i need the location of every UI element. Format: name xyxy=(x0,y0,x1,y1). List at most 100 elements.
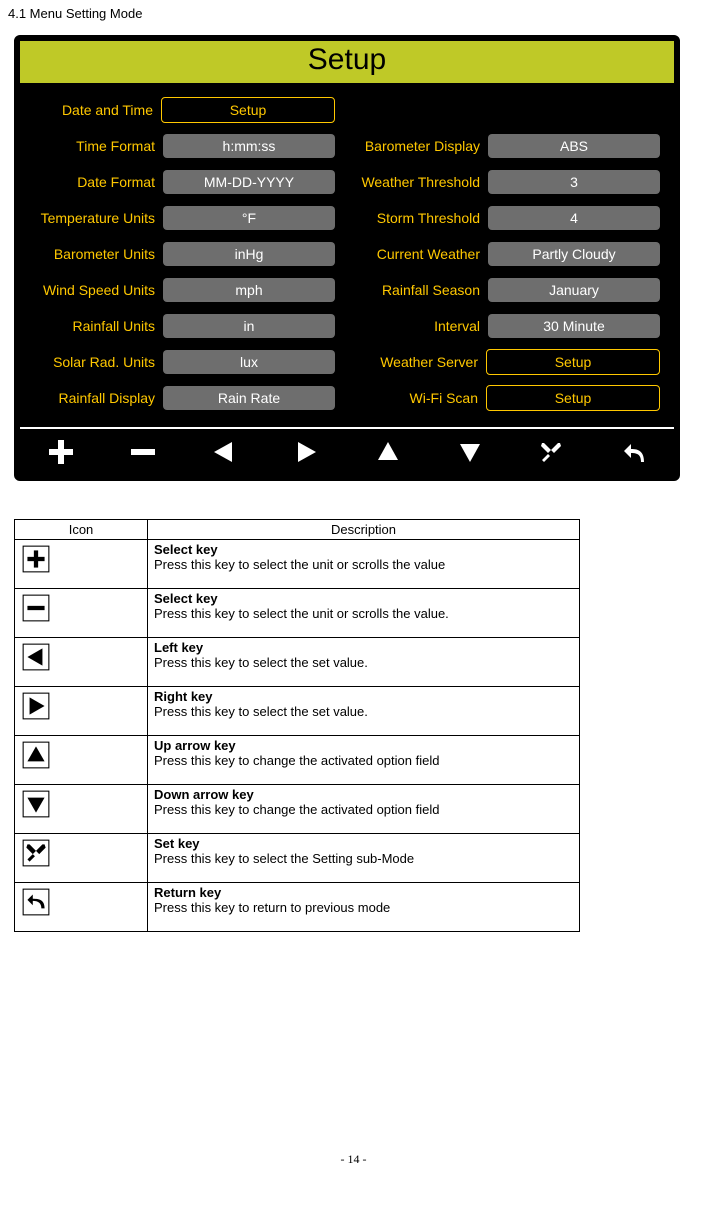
minus-icon xyxy=(15,589,148,638)
setting-row: Wind Speed Units mph xyxy=(28,277,335,303)
setting-value[interactable]: in xyxy=(163,314,335,338)
setting-value[interactable]: MM-DD-YYYY xyxy=(163,170,335,194)
description-cell: Up arrow keyPress this key to change the… xyxy=(148,736,580,785)
table-row: Set keyPress this key to select the Sett… xyxy=(15,834,580,883)
key-description: Press this key to select the unit or scr… xyxy=(154,606,573,621)
description-cell: Select keyPress this key to select the u… xyxy=(148,589,580,638)
left-button[interactable] xyxy=(184,435,266,469)
setting-label: Rainfall Season xyxy=(382,282,480,298)
key-name: Select key xyxy=(154,591,218,606)
setting-row: Solar Rad. Units lux xyxy=(28,349,335,375)
key-name: Return key xyxy=(154,885,221,900)
setting-label: Weather Server xyxy=(380,354,478,370)
setting-row: Current WeatherPartly Cloudy xyxy=(353,241,660,267)
setting-label: Wind Speed Units xyxy=(43,282,155,298)
setting-value[interactable]: Rain Rate xyxy=(163,386,335,410)
setting-label: Weather Threshold xyxy=(361,174,480,190)
key-name: Down arrow key xyxy=(154,787,254,802)
setting-row xyxy=(353,97,660,123)
setting-row: Weather Threshold 3 xyxy=(353,169,660,195)
setting-row: Weather Server Setup xyxy=(353,349,660,375)
key-name: Left key xyxy=(154,640,203,655)
setting-row: Storm Threshold4 xyxy=(353,205,660,231)
key-name: Right key xyxy=(154,689,213,704)
previous-word: previous xyxy=(305,900,354,915)
setting-value[interactable]: mph xyxy=(163,278,335,302)
page-number: - 14 - xyxy=(8,1152,699,1167)
key-name: Select key xyxy=(154,542,218,557)
setting-value[interactable]: January xyxy=(488,278,660,302)
setting-row: Rainfall Season January xyxy=(353,277,660,303)
setting-label: Time Format xyxy=(76,138,155,154)
description-cell: Left keyPress this key to select the set… xyxy=(148,638,580,687)
up-icon xyxy=(15,736,148,785)
setting-value[interactable]: 30 Minute xyxy=(488,314,660,338)
setting-label: Solar Rad. Units xyxy=(53,354,155,370)
setting-row: Interval 30 Minute xyxy=(353,313,660,339)
setting-label: Rainfall Units xyxy=(73,318,155,334)
setting-value[interactable]: Partly Cloudy xyxy=(488,242,660,266)
key-description: Press this key to select the Setting sub… xyxy=(154,851,573,866)
setup-title-bar: Setup xyxy=(20,41,674,83)
setting-value[interactable]: Setup xyxy=(161,97,335,123)
setting-value[interactable]: ABS xyxy=(488,134,660,158)
set-button[interactable] xyxy=(511,435,593,469)
table-header-icon: Icon xyxy=(15,520,148,540)
right-icon xyxy=(15,687,148,736)
setting-label: Interval xyxy=(434,318,480,334)
setting-label: Date and Time xyxy=(62,102,153,118)
icon-description-table: Icon Description Select keyPress this ke… xyxy=(14,519,580,932)
setting-value[interactable]: lux xyxy=(163,350,335,374)
setting-label: Barometer Units xyxy=(54,246,155,262)
setting-value[interactable]: h:mm:ss xyxy=(163,134,335,158)
device-screenshot: Setup Date and Time Setup Time Format h:mm:… xyxy=(14,35,680,481)
return-button[interactable] xyxy=(592,435,674,469)
plus-button[interactable] xyxy=(20,435,102,469)
setting-label: Date Format xyxy=(77,174,155,190)
key-description: Press this key to select the set value. xyxy=(154,704,573,719)
setting-value[interactable]: 3 xyxy=(488,170,660,194)
description-cell: Set keyPress this key to select the Sett… xyxy=(148,834,580,883)
setting-row: Date and Time Setup xyxy=(28,97,335,123)
wrench-icon xyxy=(15,834,148,883)
down-icon xyxy=(15,785,148,834)
down-button[interactable] xyxy=(429,435,511,469)
plus-icon xyxy=(15,540,148,589)
key-name: Up arrow key xyxy=(154,738,236,753)
setting-row: Date Format MM-DD-YYYY xyxy=(28,169,335,195)
key-description: Press this key to return to previous mod… xyxy=(154,900,573,915)
description-cell: Return keyPress this key to return to pr… xyxy=(148,883,580,932)
setting-row: Rainfall Display Rain Rate xyxy=(28,385,335,411)
key-description: Press this key to change the activated o… xyxy=(154,753,573,768)
setting-row: Barometer Units inHg xyxy=(28,241,335,267)
description-cell: Down arrow keyPress this key to change t… xyxy=(148,785,580,834)
right-button[interactable] xyxy=(265,435,347,469)
minus-button[interactable] xyxy=(102,435,184,469)
setting-row: Wi-Fi Scan Setup xyxy=(353,385,660,411)
table-row: Up arrow keyPress this key to change the… xyxy=(15,736,580,785)
device-toolbar xyxy=(20,427,674,475)
up-button[interactable] xyxy=(347,435,429,469)
setting-row: Barometer DisplayABS xyxy=(353,133,660,159)
table-row: Select keyPress this key to select the u… xyxy=(15,540,580,589)
setting-value[interactable]: °F xyxy=(163,206,335,230)
section-title: 4.1 Menu Setting Mode xyxy=(8,6,699,21)
setting-row: Time Format h:mm:ss xyxy=(28,133,335,159)
setting-row: Temperature Units °F xyxy=(28,205,335,231)
key-description: Press this key to select the set value. xyxy=(154,655,573,670)
setting-value[interactable]: 4 xyxy=(488,206,660,230)
setting-label: Wi-Fi Scan xyxy=(410,390,478,406)
setting-value[interactable]: inHg xyxy=(163,242,335,266)
setting-label: Rainfall Display xyxy=(59,390,155,406)
setting-value[interactable]: Setup xyxy=(486,385,660,411)
table-row: Left keyPress this key to select the set… xyxy=(15,638,580,687)
key-description: Press this key to select the unit or scr… xyxy=(154,557,573,572)
setting-value[interactable]: Setup xyxy=(486,349,660,375)
table-row: Return keyPress this key to return to pr… xyxy=(15,883,580,932)
setting-row: Rainfall Units in xyxy=(28,313,335,339)
table-row: Down arrow keyPress this key to change t… xyxy=(15,785,580,834)
table-row: Right keyPress this key to select the se… xyxy=(15,687,580,736)
return-icon xyxy=(15,883,148,932)
setting-label: Temperature Units xyxy=(41,210,155,226)
left-icon xyxy=(15,638,148,687)
